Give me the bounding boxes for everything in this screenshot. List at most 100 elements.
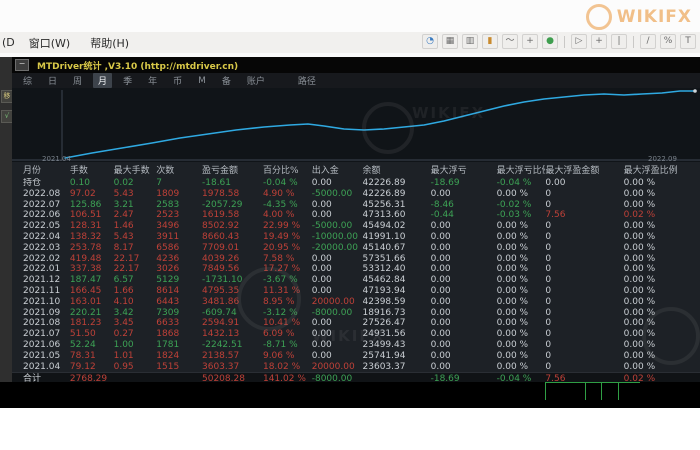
tab-年[interactable]: 年 — [143, 73, 162, 88]
table-row[interactable]: 2022.0897.025.4318091978.584.90 %-5000.0… — [12, 189, 700, 200]
cell: 3603.37 — [202, 362, 263, 373]
cell: 0.00 % — [497, 340, 546, 351]
column-header[interactable]: 余额 — [363, 162, 431, 178]
crosshair-icon[interactable]: + — [591, 34, 607, 49]
cell: 79.12 — [70, 362, 114, 373]
cell: 2021.11 — [12, 286, 70, 297]
tab-币[interactable]: 币 — [168, 73, 187, 88]
cell: 0.10 — [70, 178, 114, 189]
cell: 0.00 — [312, 329, 363, 340]
vline-icon[interactable]: | — [611, 34, 627, 49]
tab-综[interactable]: 综 — [18, 73, 37, 88]
text-icon[interactable]: T — [680, 34, 696, 49]
column-header[interactable]: 最大浮亏 — [431, 162, 497, 178]
tab-账户[interactable]: 账户 — [242, 73, 270, 88]
table-row[interactable]: 持仓0.100.027-18.61-0.04 %0.0042226.89-18.… — [12, 178, 700, 189]
cell: 47313.60 — [363, 210, 431, 221]
cell: 0.00 — [431, 221, 497, 232]
cell: 220.21 — [70, 308, 114, 319]
tab-日[interactable]: 日 — [43, 73, 62, 88]
table-row[interactable]: 2021.11166.451.6686144795.3511.31 %0.004… — [12, 286, 700, 297]
percent-icon[interactable]: % — [660, 34, 676, 49]
table-row[interactable]: 2022.05128.311.4634968502.9222.99 %-5000… — [12, 221, 700, 232]
table-row[interactable]: 2021.0751.500.2718681432.136.09 %0.00249… — [12, 329, 700, 340]
stats-table-wrap: 月份手数最大手数次数盈亏金额百分比%出入金余额最大浮亏最大浮亏比例最大浮盈金额最… — [12, 162, 700, 382]
candlestick-icon[interactable]: ▮ — [482, 34, 498, 49]
cell: 2022.05 — [12, 221, 70, 232]
cell: 0.00 % — [624, 286, 700, 297]
cell: 0.00 — [431, 362, 497, 373]
tab-M[interactable]: M — [193, 75, 211, 87]
cell: 253.78 — [70, 243, 114, 254]
cell: 0.00 % — [497, 189, 546, 200]
column-header[interactable]: 百分比% — [263, 162, 312, 178]
monthly-stats-table: 月份手数最大手数次数盈亏金额百分比%出入金余额最大浮亏最大浮亏比例最大浮盈金额最… — [12, 162, 700, 385]
cell: 0.00 % — [497, 308, 546, 319]
cell: 2021.08 — [12, 318, 70, 329]
table-row[interactable]: 2022.06106.512.4725231619.584.00 %0.0047… — [12, 210, 700, 221]
column-header[interactable]: 手数 — [70, 162, 114, 178]
cell: 2022.04 — [12, 232, 70, 243]
tab-周[interactable]: 周 — [68, 73, 87, 88]
column-header[interactable]: 最大手数 — [114, 162, 157, 178]
cell: 0 — [545, 221, 623, 232]
cell: -18.61 — [202, 178, 263, 189]
column-header[interactable]: 最大浮盈金额 — [545, 162, 623, 178]
path-label[interactable]: 路径 — [298, 74, 316, 87]
cell: 0.00 — [545, 178, 623, 189]
column-header[interactable]: 最大浮亏比例 — [497, 162, 546, 178]
cell: 0 — [545, 275, 623, 286]
cell: 419.48 — [70, 254, 114, 265]
cell: 20000.00 — [312, 297, 363, 308]
cell: 6443 — [156, 297, 202, 308]
table-row[interactable]: 2022.03253.788.1765867709.0120.95 %-2000… — [12, 243, 700, 254]
cell: 6.57 — [114, 275, 157, 286]
table-row[interactable]: 2022.02419.4822.1742364039.267.58 %0.005… — [12, 254, 700, 265]
cell: 0.00 % — [497, 243, 546, 254]
cell: 2022.02 — [12, 254, 70, 265]
cell: 0.00 % — [624, 297, 700, 308]
table-row[interactable]: 2021.09220.213.427309-609.74-3.12 %-8000… — [12, 308, 700, 319]
window-titlebar[interactable]: − MTDriver统计 ,V3.10 (http://mtdriver.cn) — [12, 57, 700, 73]
cell: 45256.31 — [363, 200, 431, 211]
line-chart-icon[interactable]: 〜 — [502, 34, 518, 49]
cell: 23499.43 — [363, 340, 431, 351]
table-row[interactable]: 2022.04138.325.4339118660.4319.49 %-1000… — [12, 232, 700, 243]
cell: 3.42 — [114, 308, 157, 319]
tab-月[interactable]: 月 — [93, 73, 112, 88]
cell: -8.46 — [431, 200, 497, 211]
menu-window[interactable]: 窗口(W) — [19, 35, 80, 51]
table-header-row: 月份手数最大手数次数盈亏金额百分比%出入金余额最大浮亏最大浮亏比例最大浮盈金额最… — [12, 162, 700, 178]
cell: 52.24 — [70, 340, 114, 351]
table-row[interactable]: 2022.07125.863.212583-2057.29-4.35 %0.00… — [12, 200, 700, 211]
tab-季[interactable]: 季 — [118, 73, 137, 88]
window-sys-button[interactable]: − — [15, 59, 29, 71]
trendline-icon[interactable]: / — [640, 34, 656, 49]
table-row[interactable]: 2021.08181.233.4566332594.9110.41 %0.002… — [12, 318, 700, 329]
auto-scroll-icon[interactable]: ● — [542, 34, 558, 49]
cursor-icon[interactable]: ▷ — [571, 34, 587, 49]
column-header[interactable]: 次数 — [156, 162, 202, 178]
menu-help[interactable]: 帮助(H) — [80, 35, 139, 51]
toolbar-separator — [564, 36, 565, 48]
column-header[interactable]: 最大浮盈比例 — [624, 162, 700, 178]
new-order-icon[interactable]: ◔ — [422, 34, 438, 49]
zoom-in-icon[interactable]: + — [522, 34, 538, 49]
cell: 42398.59 — [363, 297, 431, 308]
column-header[interactable]: 出入金 — [312, 162, 363, 178]
table-row[interactable]: 2021.0479.120.9515153603.3718.02 %20000.… — [12, 362, 700, 373]
tab-备[interactable]: 备 — [217, 73, 236, 88]
cell: 2021.07 — [12, 329, 70, 340]
column-header[interactable]: 盈亏金额 — [202, 162, 263, 178]
table-row[interactable]: 2021.12187.476.575129-1731.10-3.67 %0.00… — [12, 275, 700, 286]
table-row[interactable]: 2021.0652.241.001781-2242.51-8.71 %0.002… — [12, 340, 700, 351]
cell: 7.56 — [545, 210, 623, 221]
table-row[interactable]: 2022.01337.3822.1730267849.5617.27 %0.00… — [12, 264, 700, 275]
column-header[interactable]: 月份 — [12, 162, 70, 178]
bar-chart-icon[interactable]: ▥ — [462, 34, 478, 49]
table-row[interactable]: 2021.10163.014.1064433481.868.95 %20000.… — [12, 297, 700, 308]
market-watch-icon[interactable]: ▦ — [442, 34, 458, 49]
cell: 0.00 % — [497, 254, 546, 265]
table-row[interactable]: 2021.0578.311.0118242138.579.06 %0.00257… — [12, 351, 700, 362]
equity-chart-svg — [12, 88, 700, 162]
